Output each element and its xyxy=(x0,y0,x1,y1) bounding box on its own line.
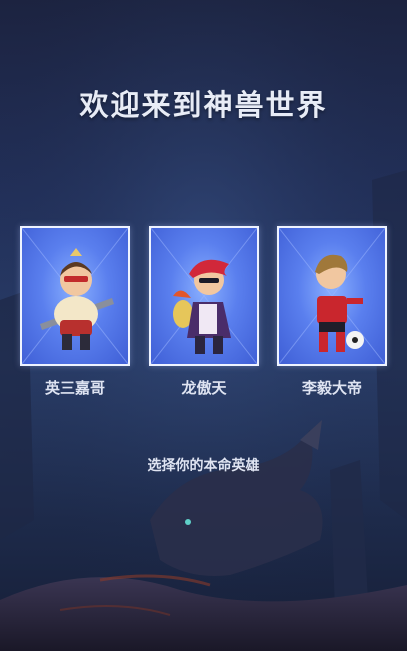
choose-hero-prompt: 选择你的本命英雄 xyxy=(147,458,260,474)
hero-2-portrait xyxy=(151,228,257,364)
hero-name-3: 李毅大帝 xyxy=(301,379,362,397)
page-title: 欢迎来到神兽世界 xyxy=(79,88,328,122)
hero-name-2: 龙傲天 xyxy=(181,379,227,397)
hero-3-portrait xyxy=(279,228,385,364)
hero-card-1[interactable] xyxy=(20,226,130,366)
hero-card-3[interactable] xyxy=(277,226,387,366)
hero-card-2[interactable] xyxy=(149,226,259,366)
hero-1-portrait xyxy=(22,228,128,364)
hero-name-1: 英三嘉哥 xyxy=(44,379,105,397)
